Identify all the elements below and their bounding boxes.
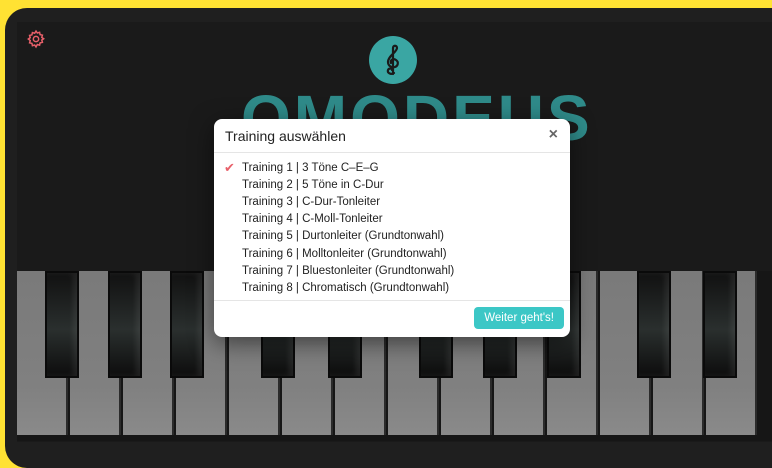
black-key[interactable] xyxy=(637,271,671,378)
black-key[interactable] xyxy=(170,271,204,378)
training-option-1[interactable]: ✔ Training 1 | 3 Töne C–E–G xyxy=(224,159,454,176)
dialog-header: Training auswählen × xyxy=(214,119,570,153)
dialog-title: Training auswählen xyxy=(225,128,346,144)
training-option-3[interactable]: Training 3 | C-Dur-Tonleiter xyxy=(224,193,454,210)
training-option-label: Training 8 | Chromatisch (Grundtonwahl) xyxy=(242,281,450,294)
training-select-dialog: Training auswählen × ✔ Training 1 | 3 Tö… xyxy=(214,119,570,337)
dialog-footer: Weiter geht's! xyxy=(214,300,570,338)
training-option-label: Training 3 | C-Dur-Tonleiter xyxy=(242,195,381,208)
training-option-6[interactable]: Training 6 | Molltonleiter (Grundtonwahl… xyxy=(224,245,454,262)
settings-gear-icon[interactable] xyxy=(26,29,46,49)
checkmark-icon: ✔ xyxy=(224,159,235,175)
training-option-2[interactable]: Training 2 | 5 Töne in C-Dur xyxy=(224,176,454,193)
training-option-8[interactable]: Training 8 | Chromatisch (Grundtonwahl) xyxy=(224,279,454,296)
black-key[interactable] xyxy=(45,271,79,378)
treble-clef-icon xyxy=(369,36,417,84)
training-option-label: Training 1 | 3 Töne C–E–G xyxy=(242,161,379,174)
continue-button[interactable]: Weiter geht's! xyxy=(474,307,564,329)
close-icon[interactable]: × xyxy=(549,126,558,144)
training-option-label: Training 5 | Durtonleiter (Grundtonwahl) xyxy=(242,230,444,243)
training-list: ✔ Training 1 | 3 Töne C–E–G Training 2 |… xyxy=(224,159,454,297)
training-option-label: Training 7 | Bluestonleiter (Grundtonwah… xyxy=(242,264,455,277)
training-option-7[interactable]: Training 7 | Bluestonleiter (Grundtonwah… xyxy=(224,262,454,279)
training-option-label: Training 4 | C-Moll-Tonleiter xyxy=(242,213,383,226)
training-option-5[interactable]: Training 5 | Durtonleiter (Grundtonwahl) xyxy=(224,228,454,245)
training-option-label: Training 2 | 5 Töne in C-Dur xyxy=(242,178,384,191)
black-key[interactable] xyxy=(108,271,142,378)
training-option-label: Training 6 | Molltonleiter (Grundtonwahl… xyxy=(242,247,447,260)
black-key[interactable] xyxy=(703,271,737,378)
training-option-4[interactable]: Training 4 | C-Moll-Tonleiter xyxy=(224,211,454,228)
